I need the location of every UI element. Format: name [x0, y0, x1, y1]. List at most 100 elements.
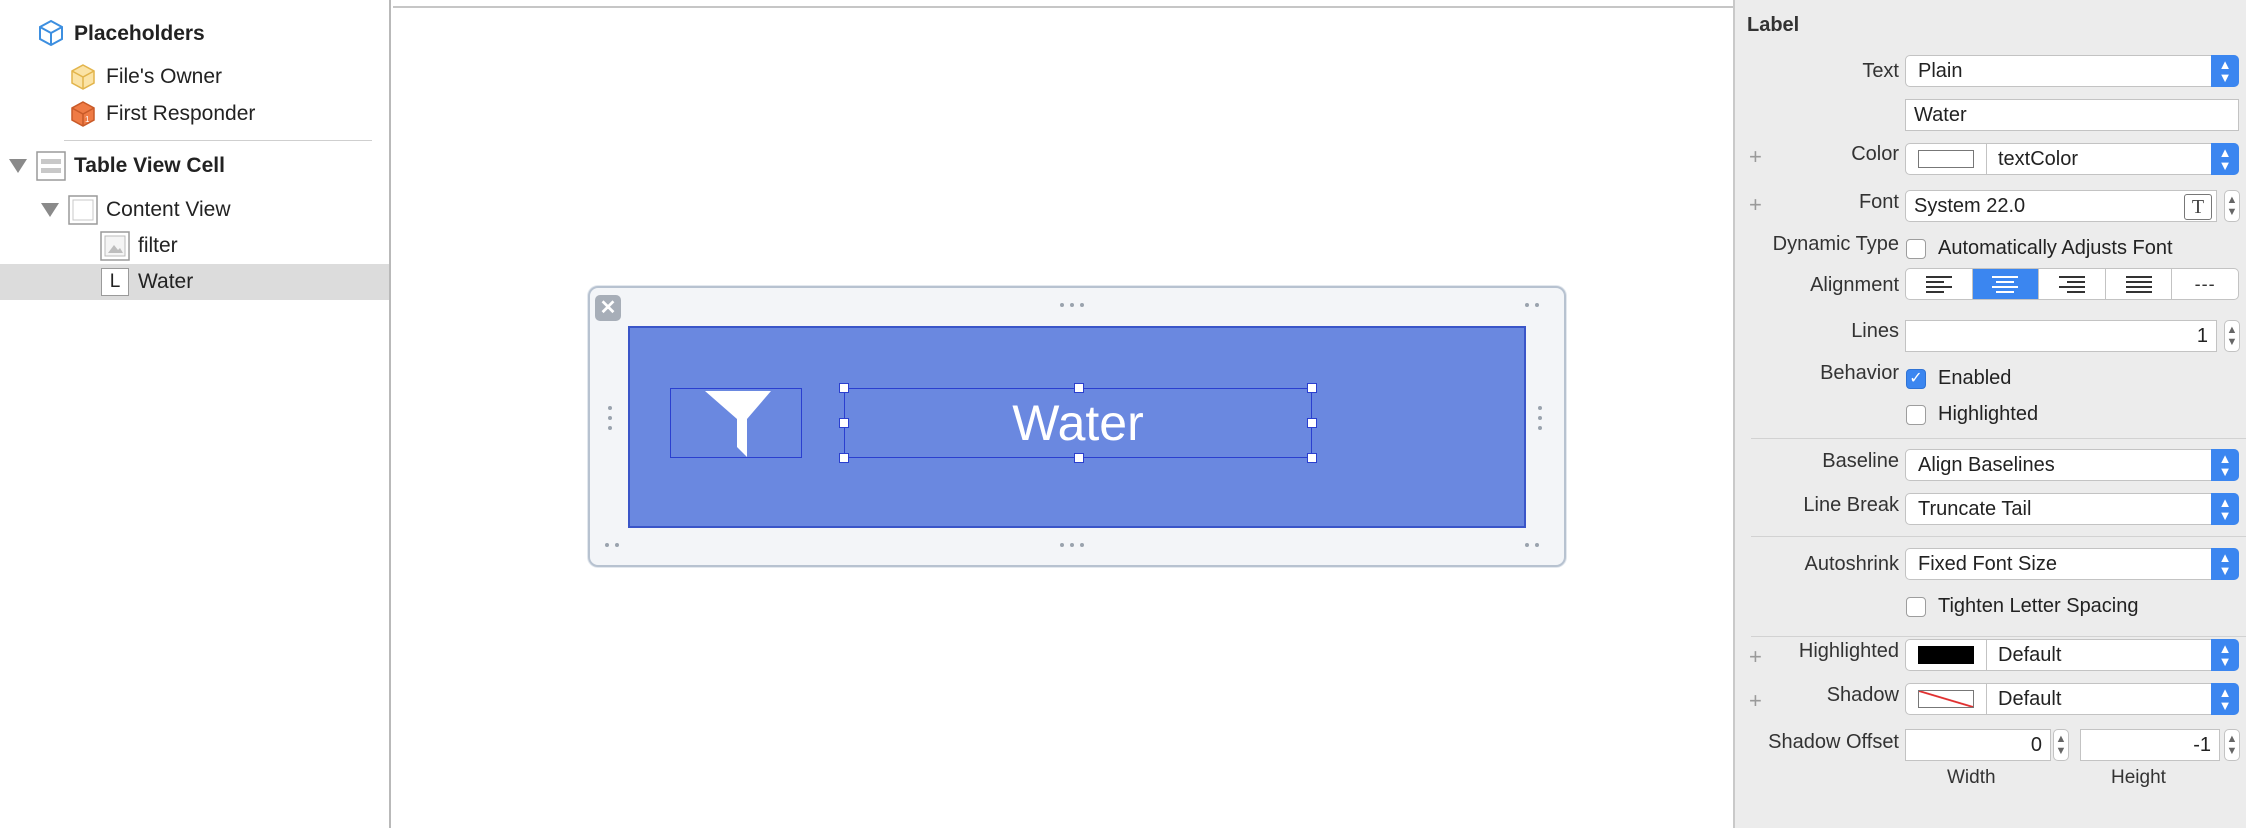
baseline-popup[interactable]: Align Baselines ▲ ▼: [1905, 449, 2239, 481]
outline-separator: [64, 140, 372, 141]
autoshrink-popup[interactable]: Fixed Font Size ▲ ▼: [1905, 548, 2239, 580]
scene-container[interactable]: ✕ Water: [588, 286, 1566, 567]
outline-item-filter[interactable]: filter: [0, 228, 389, 264]
arrow-down: ▼: [2218, 563, 2232, 578]
alignment-segmented-control[interactable]: ---: [1905, 268, 2239, 300]
autoshrink-label: Autoshrink: [1804, 553, 1900, 575]
lines-field[interactable]: 1: [1905, 320, 2217, 352]
outline-item-label: Table View Cell: [74, 154, 225, 177]
arrow-down: ▼: [2218, 654, 2232, 669]
chevron-updown-icon: ▲ ▼: [2211, 55, 2239, 87]
align-left-button[interactable]: [1906, 269, 1973, 299]
outline-item-water[interactable]: L Water: [0, 264, 389, 300]
outline-item-content-view[interactable]: Content View: [0, 192, 389, 228]
add-variation-plus-icon[interactable]: +: [1749, 644, 1762, 670]
resize-handle-top[interactable]: [1074, 383, 1084, 393]
text-content-field[interactable]: Water: [1905, 99, 2239, 131]
chevron-updown-icon: ▲ ▼: [2211, 548, 2239, 580]
outline-item-label: filter: [138, 234, 178, 257]
left-resize-handle[interactable]: [608, 406, 614, 430]
line-break-value: Truncate Tail: [1918, 497, 2032, 520]
lines-label: Lines: [1851, 320, 1899, 342]
bottom-right-resize-handle[interactable]: [1525, 543, 1539, 549]
right-resize-handle[interactable]: [1538, 406, 1544, 430]
add-variation-plus-icon[interactable]: +: [1749, 144, 1762, 170]
align-center-button[interactable]: [1972, 269, 2040, 299]
shadow-offset-width-label: Width: [1947, 767, 1996, 788]
top-resize-handle[interactable]: [1060, 303, 1084, 309]
highlighted-color-swatch: [1918, 646, 1974, 664]
outline-item-table-view-cell[interactable]: Table View Cell: [0, 148, 389, 184]
inspector-divider: [1751, 438, 2246, 439]
align-left-icon: [1925, 275, 1952, 293]
highlighted-color-popup[interactable]: Default ▲ ▼: [1905, 639, 2239, 671]
inspector-divider: [1751, 636, 2246, 637]
popup-divider: [1986, 144, 1987, 174]
auto-adjust-font-label: Automatically Adjusts Font: [1938, 237, 2173, 259]
shadow-color-popup[interactable]: Default ▲ ▼: [1905, 683, 2239, 715]
align-natural-button[interactable]: ---: [2172, 269, 2238, 299]
resize-handle-top-left[interactable]: [839, 383, 849, 393]
text-label: Text: [1862, 60, 1899, 82]
align-natural-icon: ---: [2194, 273, 2216, 294]
shadow-offset-width-field[interactable]: 0: [1905, 729, 2051, 761]
highlighted-color-value: Default: [1998, 643, 2062, 666]
chevron-updown-icon: ▲ ▼: [2211, 639, 2239, 671]
font-size-stepper[interactable]: ▲ ▼: [2224, 190, 2240, 222]
chevron-updown-icon: ▲ ▼: [2211, 449, 2239, 481]
bottom-resize-handle[interactable]: [1060, 543, 1084, 549]
bottom-left-resize-handle[interactable]: [605, 543, 619, 549]
outline-item-first-responder[interactable]: 1 First Responder: [0, 96, 389, 132]
resize-handle-bottom[interactable]: [1074, 453, 1084, 463]
shadow-offset-label: Shadow Offset: [1768, 731, 1899, 753]
chevron-updown-icon: ▲ ▼: [2211, 493, 2239, 525]
resize-handle-top-right[interactable]: [1307, 383, 1317, 393]
outline-item-placeholders[interactable]: Placeholders: [0, 16, 389, 52]
color-popup[interactable]: textColor ▲ ▼: [1905, 143, 2239, 175]
font-picker-icon[interactable]: T: [2184, 194, 2212, 220]
highlighted-checkbox[interactable]: [1906, 405, 1926, 425]
shadow-label: Shadow: [1826, 684, 1899, 706]
align-right-button[interactable]: [2039, 269, 2106, 299]
label-icon-glyph: L: [101, 268, 129, 296]
font-field[interactable]: System 22.0 T: [1905, 190, 2217, 222]
close-icon[interactable]: ✕: [595, 295, 621, 321]
text-type-popup[interactable]: Plain ▲ ▼: [1905, 55, 2239, 87]
enabled-checkbox[interactable]: ✓: [1906, 369, 1926, 389]
arrow-down: ▼: [2218, 698, 2232, 713]
arrow-down: ▼: [2218, 508, 2232, 523]
color-value: textColor: [1998, 147, 2079, 170]
table-view-cell[interactable]: Water: [628, 326, 1526, 528]
water-label[interactable]: Water: [839, 383, 1317, 463]
shadow-offset-height-stepper[interactable]: ▲ ▼: [2224, 729, 2240, 761]
line-break-label: Line Break: [1803, 494, 1899, 516]
shadow-offset-width-stepper[interactable]: ▲ ▼: [2053, 729, 2069, 761]
outline-item-files-owner[interactable]: File's Owner: [0, 59, 389, 95]
shadow-offset-height-field[interactable]: -1: [2080, 729, 2220, 761]
align-justified-button[interactable]: [2106, 269, 2173, 299]
resize-handle-bottom-left[interactable]: [839, 453, 849, 463]
inspector-divider: [1751, 536, 2246, 537]
resize-handle-right[interactable]: [1307, 418, 1317, 428]
resize-handle-left[interactable]: [839, 418, 849, 428]
canvas-top-border: [393, 6, 1733, 8]
disclosure-triangle-icon[interactable]: [41, 203, 59, 217]
tighten-letter-spacing-checkbox[interactable]: [1906, 597, 1926, 617]
arrow-down: ▼: [2218, 464, 2232, 479]
add-variation-plus-icon[interactable]: +: [1749, 688, 1762, 714]
top-right-resize-handle[interactable]: [1525, 303, 1539, 309]
filter-image-view[interactable]: [670, 388, 802, 458]
add-variation-plus-icon[interactable]: +: [1749, 192, 1762, 218]
disclosure-triangle-icon[interactable]: [9, 159, 27, 173]
line-break-popup[interactable]: Truncate Tail ▲ ▼: [1905, 493, 2239, 525]
shadow-color-swatch: [1918, 690, 1974, 708]
filter-icon: [703, 389, 773, 464]
popup-divider: [1986, 640, 1987, 670]
auto-adjust-font-checkbox[interactable]: [1906, 239, 1926, 259]
lines-stepper[interactable]: ▲ ▼: [2224, 320, 2240, 352]
interface-builder-canvas[interactable]: ✕ Water: [393, 0, 1733, 828]
baseline-label: Baseline: [1822, 450, 1899, 472]
resize-handle-bottom-right[interactable]: [1307, 453, 1317, 463]
shadow-color-value: Default: [1998, 687, 2062, 710]
font-value: System 22.0: [1914, 194, 2026, 217]
